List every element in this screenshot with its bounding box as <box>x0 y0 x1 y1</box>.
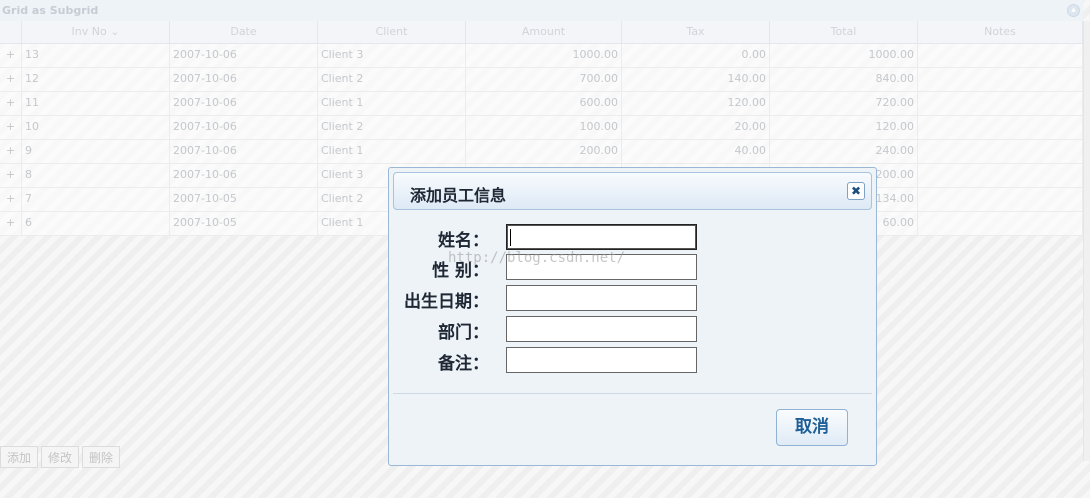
client-cell: Client 2 <box>318 68 466 91</box>
table-row[interactable]: +9 2007-10-06 Client 1 200.00 40.00 240.00 <box>0 140 1083 164</box>
dialog-header: 添加员工信息 ✖ <box>393 172 872 210</box>
pager-toolbar: 添加 修改 删除 <box>0 446 121 470</box>
text-caret <box>510 229 511 246</box>
plus-icon[interactable]: + <box>0 140 22 163</box>
grid-caption: Grid as Subgrid ▴ <box>0 0 1083 22</box>
notes-input[interactable] <box>506 347 697 373</box>
header-tax[interactable]: Tax <box>622 21 770 43</box>
inv-no-cell: 13 <box>22 44 170 67</box>
plus-icon[interactable]: + <box>0 212 22 235</box>
header-inv-no-label: Inv No <box>71 25 107 38</box>
total-cell: 120.00 <box>770 116 918 139</box>
add-employee-dialog: 添加员工信息 ✖ 姓名： 性 别： 出生日期： 部门： 备注： 取消 <box>388 167 877 466</box>
inv-no-cell: 9 <box>22 140 170 163</box>
birthdate-label: 出生日期： <box>404 292 489 312</box>
date-cell: 2007-10-05 <box>170 188 318 211</box>
department-input[interactable] <box>506 316 697 342</box>
plus-icon[interactable]: + <box>0 188 22 211</box>
tax-cell: 40.00 <box>622 140 770 163</box>
notes-cell <box>918 188 1083 211</box>
collapse-icon[interactable]: ▴ <box>1067 4 1080 17</box>
table-row[interactable]: +12 2007-10-06 Client 2 700.00 140.00 840.00 <box>0 68 1083 92</box>
client-cell: Client 1 <box>318 140 466 163</box>
tax-cell: 120.00 <box>622 92 770 115</box>
header-client[interactable]: Client <box>318 21 466 43</box>
amount-cell: 100.00 <box>466 116 622 139</box>
cancel-button[interactable]: 取消 <box>776 409 848 446</box>
close-icon[interactable]: ✖ <box>847 182 865 200</box>
edit-button[interactable]: 修改 <box>41 446 80 468</box>
plus-icon[interactable]: + <box>0 164 22 187</box>
plus-icon[interactable]: + <box>0 92 22 115</box>
inv-no-cell: 10 <box>22 116 170 139</box>
notes-cell <box>918 164 1083 187</box>
name-input[interactable] <box>506 224 697 250</box>
header-notes[interactable]: Notes <box>918 21 1083 43</box>
amount-cell: 700.00 <box>466 68 622 91</box>
client-cell: Client 1 <box>318 92 466 115</box>
plus-icon[interactable]: + <box>0 68 22 91</box>
inv-no-cell: 6 <box>22 212 170 235</box>
table-row[interactable]: +13 2007-10-06 Client 3 1000.00 0.00 1000.00 <box>0 44 1083 68</box>
notes-cell <box>918 116 1083 139</box>
amount-cell: 600.00 <box>466 92 622 115</box>
notes-cell <box>918 44 1083 67</box>
notes-row: 备注： <box>389 347 878 374</box>
inv-no-cell: 11 <box>22 92 170 115</box>
tax-cell: 20.00 <box>622 116 770 139</box>
header-date[interactable]: Date <box>170 21 318 43</box>
notes-cell <box>918 140 1083 163</box>
total-cell: 720.00 <box>770 92 918 115</box>
inv-no-cell: 12 <box>22 68 170 91</box>
amount-cell: 1000.00 <box>466 44 622 67</box>
delete-button[interactable]: 删除 <box>82 446 121 468</box>
total-cell: 240.00 <box>770 140 918 163</box>
date-cell: 2007-10-06 <box>170 164 318 187</box>
inv-no-cell: 8 <box>22 164 170 187</box>
date-cell: 2007-10-06 <box>170 92 318 115</box>
total-cell: 1000.00 <box>770 44 918 67</box>
amount-cell: 200.00 <box>466 140 622 163</box>
header-total[interactable]: Total <box>770 21 918 43</box>
notes-cell <box>918 212 1083 235</box>
plus-icon[interactable]: + <box>0 44 22 67</box>
header-expand-col <box>0 21 22 43</box>
name-label: 姓名： <box>438 231 489 251</box>
date-cell: 2007-10-06 <box>170 44 318 67</box>
sort-icon: ⌄ <box>110 25 120 38</box>
tax-cell: 0.00 <box>622 44 770 67</box>
notes-label: 备注： <box>438 354 489 374</box>
header-amount[interactable]: Amount <box>466 21 622 43</box>
department-label: 部门： <box>438 323 489 343</box>
grid-scrollbar[interactable] <box>1083 21 1090 461</box>
inv-no-cell: 7 <box>22 188 170 211</box>
dialog-divider <box>393 393 872 394</box>
table-row[interactable]: +10 2007-10-06 Client 2 100.00 20.00 120.00 <box>0 116 1083 140</box>
page-background: Grid as Subgrid ▴ Inv No ⌄ Date Client A… <box>0 0 1090 498</box>
date-cell: 2007-10-05 <box>170 212 318 235</box>
header-inv-no[interactable]: Inv No ⌄ <box>22 21 170 43</box>
department-row: 部门： <box>389 316 878 343</box>
table-row[interactable]: +11 2007-10-06 Client 1 600.00 120.00 720.00 <box>0 92 1083 116</box>
watermark: http://blog.csdn.net/ <box>448 250 626 266</box>
tax-cell: 140.00 <box>622 68 770 91</box>
client-cell: Client 2 <box>318 116 466 139</box>
grid-header: Inv No ⌄ Date Client Amount Tax Total No… <box>0 21 1083 44</box>
date-cell: 2007-10-06 <box>170 68 318 91</box>
dialog-title: 添加员工信息 <box>410 186 507 205</box>
date-cell: 2007-10-06 <box>170 140 318 163</box>
date-cell: 2007-10-06 <box>170 116 318 139</box>
notes-cell <box>918 92 1083 115</box>
total-cell: 840.00 <box>770 68 918 91</box>
grid-title: Grid as Subgrid <box>2 4 99 17</box>
birthdate-input[interactable] <box>506 285 697 311</box>
name-row: 姓名： <box>389 224 878 251</box>
birthdate-row: 出生日期： <box>389 285 878 312</box>
client-cell: Client 3 <box>318 44 466 67</box>
add-button[interactable]: 添加 <box>0 446 39 468</box>
notes-cell <box>918 68 1083 91</box>
plus-icon[interactable]: + <box>0 116 22 139</box>
